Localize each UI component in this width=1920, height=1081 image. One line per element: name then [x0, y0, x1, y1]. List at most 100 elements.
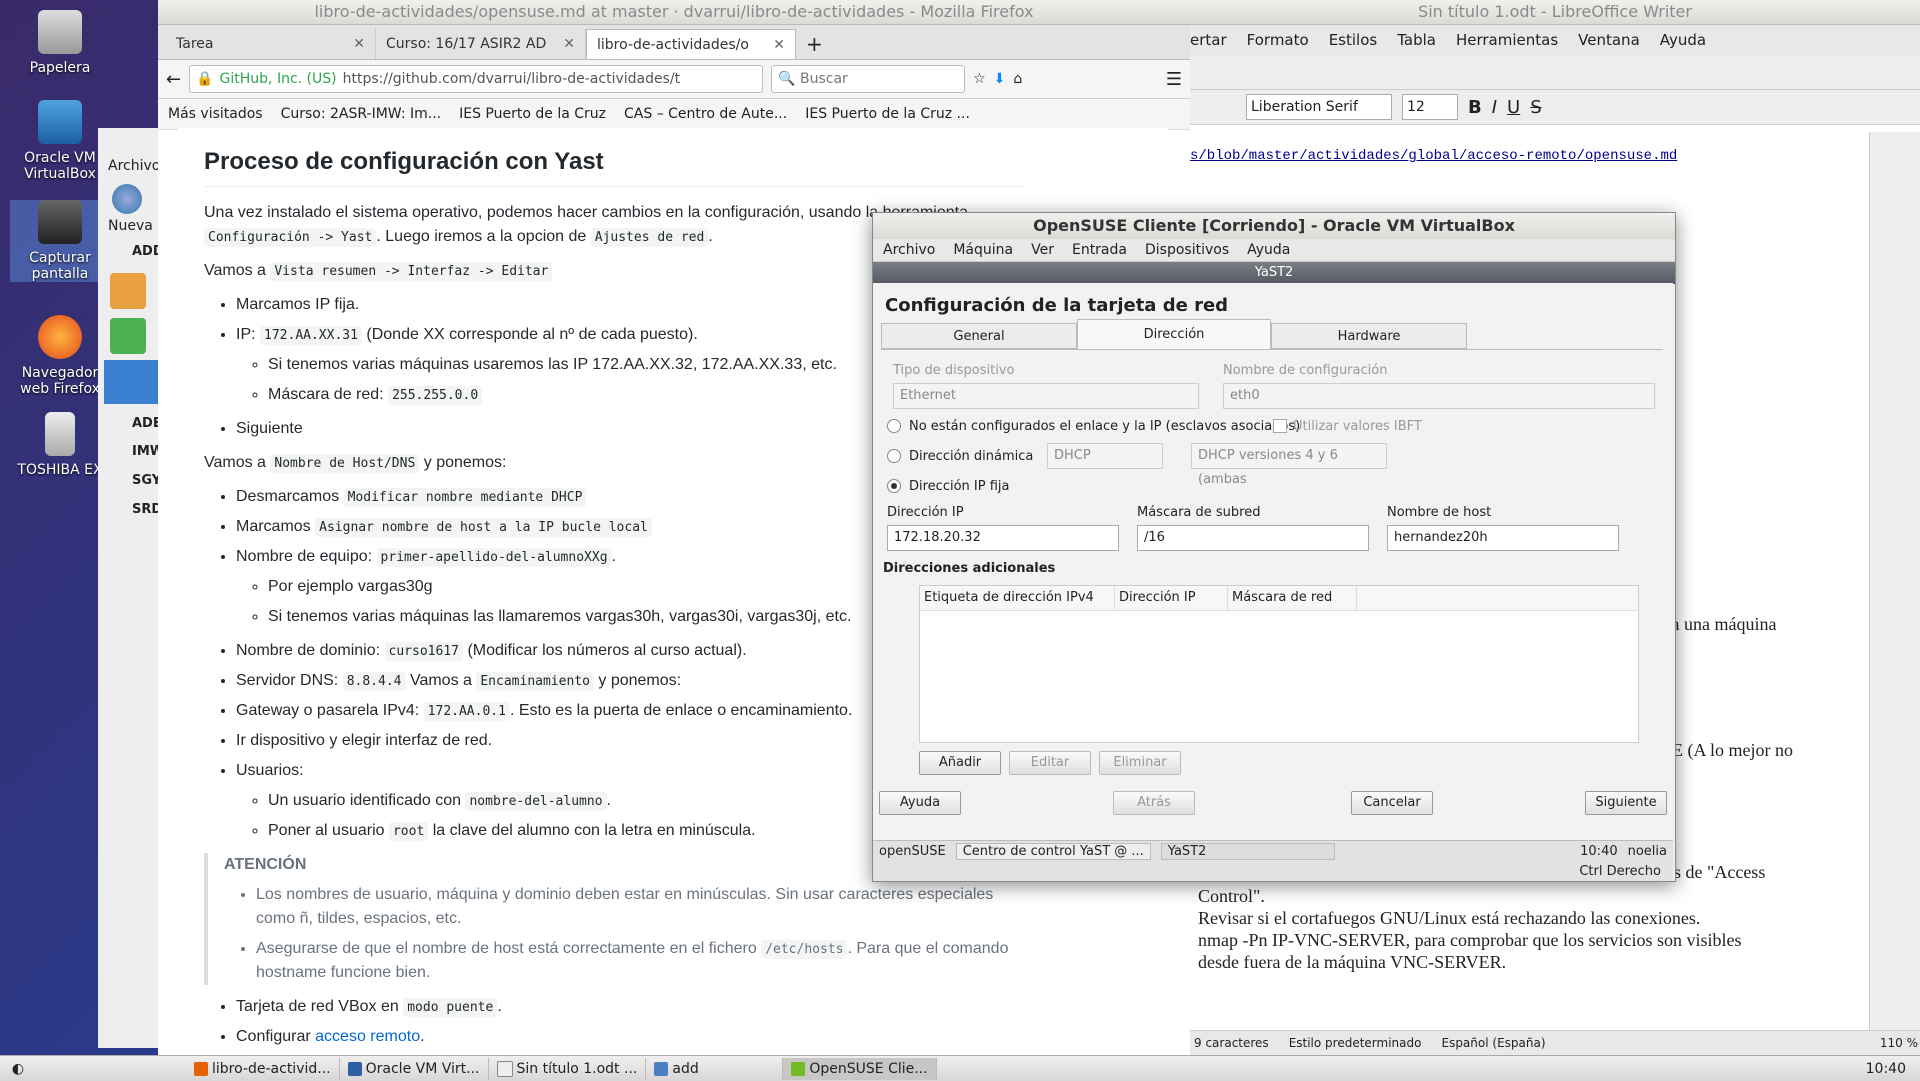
menu-item[interactable]: Estilos — [1329, 31, 1378, 49]
list-item: Asegurarse de que el nombre de host está… — [256, 937, 1024, 985]
cancel-button[interactable]: Cancelar — [1351, 791, 1433, 815]
desktop-icon-usb[interactable]: TOSHIBA EX — [10, 412, 110, 478]
font-name-box[interactable]: Liberation Serif — [1246, 94, 1392, 120]
taskbar-item-virtualbox[interactable]: Oracle VM Virt... — [340, 1057, 489, 1080]
dhcp-versions-select[interactable]: DHCP versiones 4 y 6 (ambas — [1191, 443, 1387, 487]
edit-button[interactable]: Editar — [1009, 751, 1091, 775]
guest-task-yast2[interactable]: YaST2 — [1160, 842, 1335, 860]
status-lang[interactable]: Español (España) — [1441, 1036, 1545, 1050]
taskbar-item-add[interactable]: add — [646, 1057, 784, 1080]
status-zoom[interactable]: 110 % — [1880, 1036, 1920, 1050]
back-button[interactable]: Atrás — [1113, 791, 1195, 815]
menu-item[interactable]: Dispositivos — [1145, 242, 1229, 258]
bookmark-item[interactable]: IES Puerto de la Cruz ... — [805, 106, 970, 122]
taskbar-item-firefox[interactable]: libro-de-activid... — [186, 1057, 340, 1080]
device-type-select[interactable]: Ethernet — [893, 383, 1199, 409]
font-size-box[interactable]: 12 — [1402, 94, 1458, 120]
group-sgy[interactable]: SGY — [132, 473, 161, 488]
taskbar-item-opensuse[interactable]: OpenSUSE Clie... — [783, 1057, 937, 1080]
archivo-menu[interactable]: Archivo — [108, 158, 160, 174]
radio-dynamic[interactable] — [887, 449, 901, 463]
list: Tarjeta de red VBox en modo puente. Conf… — [204, 995, 1024, 1049]
ip-field[interactable]: 172.18.20.32 — [887, 525, 1119, 551]
firefox-icon — [38, 315, 82, 359]
home-icon[interactable]: ⌂ — [1013, 71, 1022, 87]
page-text: Control". — [1198, 886, 1265, 906]
menu-item[interactable]: Ventana — [1578, 31, 1640, 49]
url-bar[interactable]: 🔒 GitHub, Inc. (US) https://github.com/d… — [189, 65, 764, 93]
vm-entry[interactable] — [110, 273, 146, 309]
vm-entry-selected[interactable] — [104, 360, 158, 404]
bookmark-star-icon[interactable]: ☆ — [973, 71, 986, 87]
tab-libro[interactable]: libro-de-actividades/o ✕ — [586, 29, 796, 59]
config-name-field[interactable]: eth0 — [1223, 383, 1655, 409]
delete-button[interactable]: Eliminar — [1099, 751, 1181, 775]
desktop-icon-firefox[interactable]: Navegador web Firefox — [10, 315, 110, 397]
firefox-navbar: ← 🔒 GitHub, Inc. (US) https://github.com… — [158, 60, 1190, 99]
additional-table[interactable]: Etiqueta de dirección IPv4 Dirección IP … — [919, 585, 1639, 743]
strikethrough-icon[interactable]: S — [1530, 97, 1541, 118]
tab-general[interactable]: General — [881, 323, 1077, 349]
help-button[interactable]: Ayuda — [879, 791, 961, 815]
radio-no-config[interactable] — [887, 419, 901, 433]
tab-curso[interactable]: Curso: 16/17 ASIR2 AD ✕ — [376, 29, 586, 59]
additional-heading: Direcciones adicionales — [883, 561, 1056, 576]
usb-drive-icon — [45, 412, 75, 456]
menu-item[interactable]: Entrada — [1072, 242, 1127, 258]
vm-entry[interactable] — [110, 318, 146, 354]
column-header[interactable]: Dirección IP — [1115, 586, 1228, 610]
menu-item[interactable]: Tabla — [1397, 31, 1436, 49]
taskbar-item-writer[interactable]: Sin título 1.odt ... — [489, 1057, 647, 1080]
bookmark-item[interactable]: Curso: 2ASR-IMW: Im... — [281, 106, 442, 122]
tab-direccion[interactable]: Dirección — [1077, 319, 1271, 349]
menu-item[interactable]: Máquina — [953, 242, 1013, 258]
section-heading: Proceso de configuración con Yast — [204, 144, 1024, 187]
start-menu-icon[interactable]: ◐ — [0, 1061, 36, 1077]
back-icon[interactable]: ← — [166, 69, 181, 90]
firefox-tabbar: Tarea ✕ Curso: 16/17 ASIR2 AD ✕ libro-de-a… — [158, 25, 1190, 60]
underline-icon[interactable]: U — [1507, 97, 1520, 118]
menu-item[interactable]: Ver — [1031, 242, 1054, 258]
italic-icon[interactable]: I — [1492, 97, 1497, 118]
desktop-icon-screenshot[interactable]: Capturar pantalla — [10, 200, 110, 282]
new-vm-label[interactable]: Nueva — [108, 218, 153, 234]
guest-task-yast-cc[interactable]: Centro de control YaST @ ... — [955, 842, 1151, 860]
tab-hardware[interactable]: Hardware — [1271, 323, 1467, 349]
desktop-icon-label: Oracle VM VirtualBox — [24, 150, 96, 182]
menu-item[interactable]: Formato — [1247, 31, 1309, 49]
ibft-checkbox[interactable] — [1273, 419, 1287, 433]
mask-field[interactable]: /16 — [1137, 525, 1369, 551]
close-icon[interactable]: ✕ — [773, 37, 785, 53]
column-header[interactable]: Máscara de red — [1228, 586, 1357, 610]
page-text: Revisar si el cortafuegos GNU/Linux está… — [1198, 908, 1701, 928]
download-icon[interactable]: ⬇ — [994, 71, 1006, 87]
add-button[interactable]: Añadir — [919, 751, 1001, 775]
bookmark-item[interactable]: Más visitados — [168, 106, 263, 122]
menu-icon[interactable]: ☰ — [1166, 69, 1182, 90]
guest-start-button[interactable]: openSUSE — [879, 844, 946, 859]
bold-icon[interactable]: B — [1468, 97, 1482, 118]
ip-label: Dirección IP — [887, 505, 964, 520]
menu-item[interactable]: Archivo — [883, 242, 935, 258]
bookmark-item[interactable]: IES Puerto de la Cruz — [459, 106, 606, 122]
acceso-remoto-link[interactable]: acceso remoto — [315, 1028, 420, 1045]
table-header: Etiqueta de dirección IPv4 Dirección IP … — [920, 586, 1638, 611]
menu-item[interactable]: Ayuda — [1247, 242, 1290, 258]
next-button[interactable]: Siguiente — [1585, 791, 1667, 815]
radio-static[interactable] — [887, 479, 901, 493]
menu-item[interactable]: ertar — [1190, 31, 1227, 49]
menu-item[interactable]: Herramientas — [1456, 31, 1558, 49]
new-tab-button[interactable]: + — [796, 29, 833, 59]
close-icon[interactable]: ✕ — [353, 36, 365, 52]
tab-tarea[interactable]: Tarea ✕ — [166, 29, 376, 59]
bookmark-item[interactable]: CAS – Centro de Aute... — [624, 106, 787, 122]
new-vm-icon[interactable] — [112, 184, 142, 214]
close-icon[interactable]: ✕ — [563, 36, 575, 52]
desktop-icon-virtualbox[interactable]: Oracle VM VirtualBox — [10, 100, 110, 182]
search-input[interactable]: 🔍 Buscar — [771, 65, 966, 93]
column-header[interactable]: Etiqueta de dirección IPv4 — [920, 586, 1115, 610]
menu-item[interactable]: Ayuda — [1660, 31, 1706, 49]
desktop-icon-trash[interactable]: Papelera — [10, 10, 110, 76]
hostname-field[interactable]: hernandez20h — [1387, 525, 1619, 551]
dhcp-select[interactable]: DHCP — [1047, 443, 1163, 469]
